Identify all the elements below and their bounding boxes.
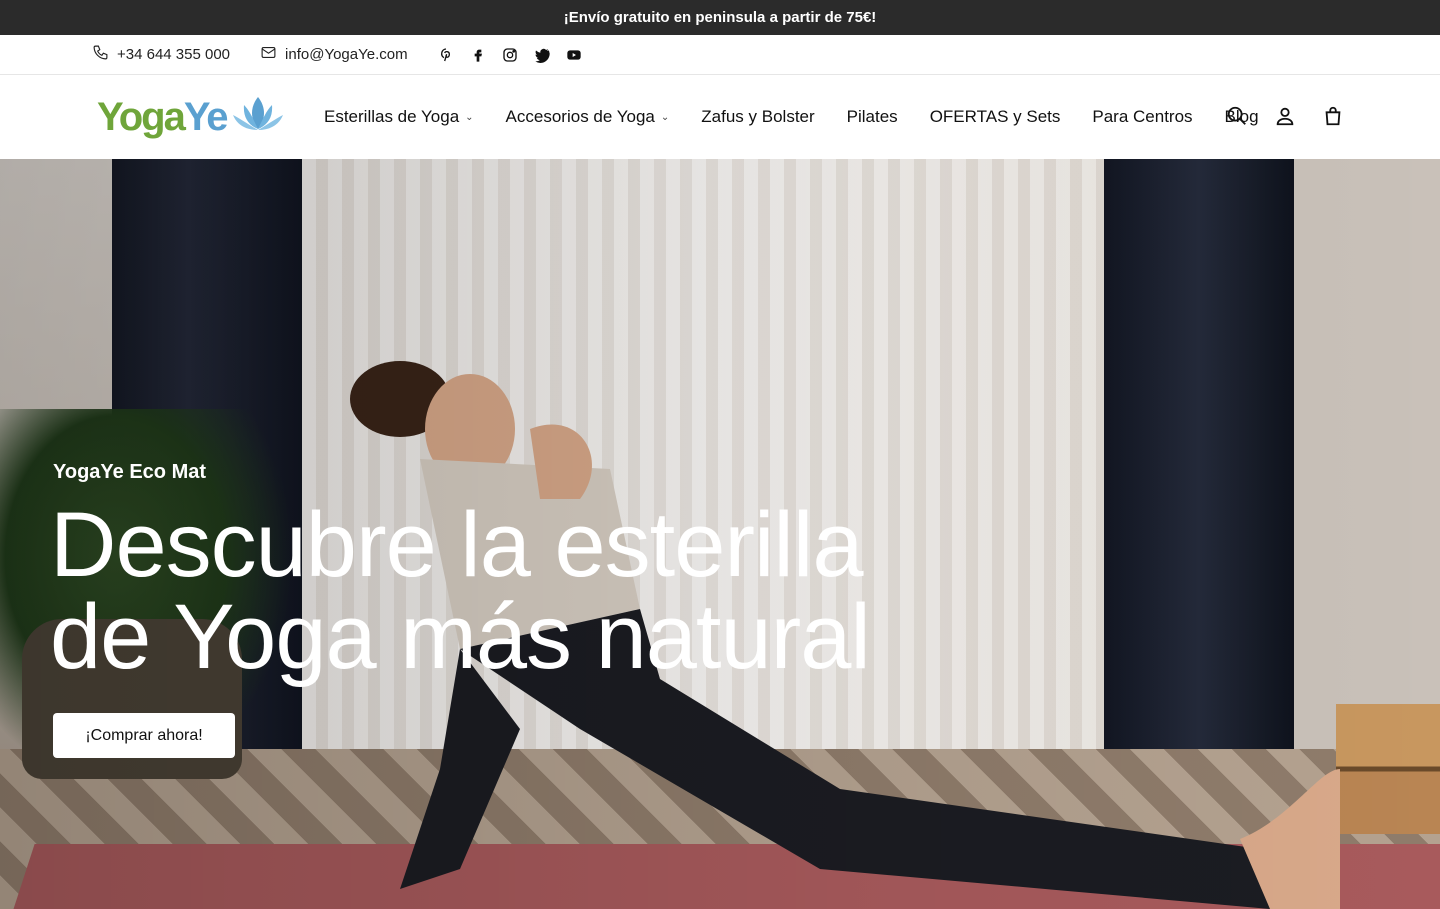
logo-wordmark: YogaYe <box>97 95 229 139</box>
nav-label: OFERTAS y Sets <box>929 107 1061 126</box>
nav-item-pilates[interactable]: Pilates <box>847 107 898 127</box>
cart-icon[interactable] <box>1322 105 1344 127</box>
social-links <box>438 47 582 63</box>
site-logo[interactable]: YogaYe <box>97 93 285 142</box>
youtube-icon[interactable] <box>566 47 582 63</box>
main-nav: Esterillas de Yoga ⌄ Accesorios de Yoga … <box>324 75 1259 159</box>
contact-bar: +34 644 355 000 info@YogaYe.com <box>0 35 1440 75</box>
email-contact[interactable]: info@YogaYe.com <box>260 44 408 65</box>
nav-item-esterillas[interactable]: Esterillas de Yoga ⌄ <box>324 107 474 127</box>
account-icon[interactable] <box>1274 105 1296 127</box>
hero-subtitle: YogaYe Eco Mat <box>53 461 207 483</box>
hero-title-line2: de Yoga más natural <box>50 586 871 688</box>
nav-label: Zafus y Bolster <box>701 107 815 126</box>
lotus-icon <box>227 93 285 142</box>
nav-item-ofertas[interactable]: OFERTAS y Sets <box>930 107 1061 127</box>
hero-title-line1: Descubre la esterilla <box>50 494 863 596</box>
shop-now-button[interactable]: ¡Comprar ahora! <box>53 713 235 758</box>
hero-title: Descubre la esterilla de Yoga más natura… <box>50 499 950 683</box>
phone-number: +34 644 355 000 <box>117 46 231 63</box>
header-actions <box>1226 105 1344 127</box>
nav-item-centros[interactable]: Para Centros <box>1092 107 1192 127</box>
search-icon[interactable] <box>1226 105 1248 127</box>
announcement-bar: ¡Envío gratuito en peninsula a partir de… <box>0 0 1440 35</box>
pinterest-icon[interactable] <box>438 47 454 63</box>
nav-label: Para Centros <box>1092 107 1193 126</box>
nav-label: Accesorios de Yoga <box>505 107 655 126</box>
nav-label: Pilates <box>846 107 898 126</box>
mail-icon <box>260 44 277 65</box>
announcement-text: ¡Envío gratuito en peninsula a partir de… <box>563 9 877 26</box>
nav-item-accesorios[interactable]: Accesorios de Yoga ⌄ <box>506 107 670 127</box>
nav-label: Esterillas de Yoga <box>324 107 460 126</box>
phone-icon <box>92 44 109 65</box>
chevron-down-icon: ⌄ <box>660 111 670 123</box>
phone-contact[interactable]: +34 644 355 000 <box>92 44 230 65</box>
twitter-icon[interactable] <box>534 47 550 63</box>
main-header: YogaYe Esterillas de Yoga ⌄ Accesorios d… <box>0 75 1440 159</box>
hero-banner: YogaYe Eco Mat Descubre la esterilla de … <box>0 159 1440 909</box>
instagram-icon[interactable] <box>502 47 518 63</box>
facebook-icon[interactable] <box>470 47 486 63</box>
email-address: info@YogaYe.com <box>285 46 408 63</box>
nav-item-zafus[interactable]: Zafus y Bolster <box>701 107 814 127</box>
chevron-down-icon: ⌄ <box>465 111 474 123</box>
